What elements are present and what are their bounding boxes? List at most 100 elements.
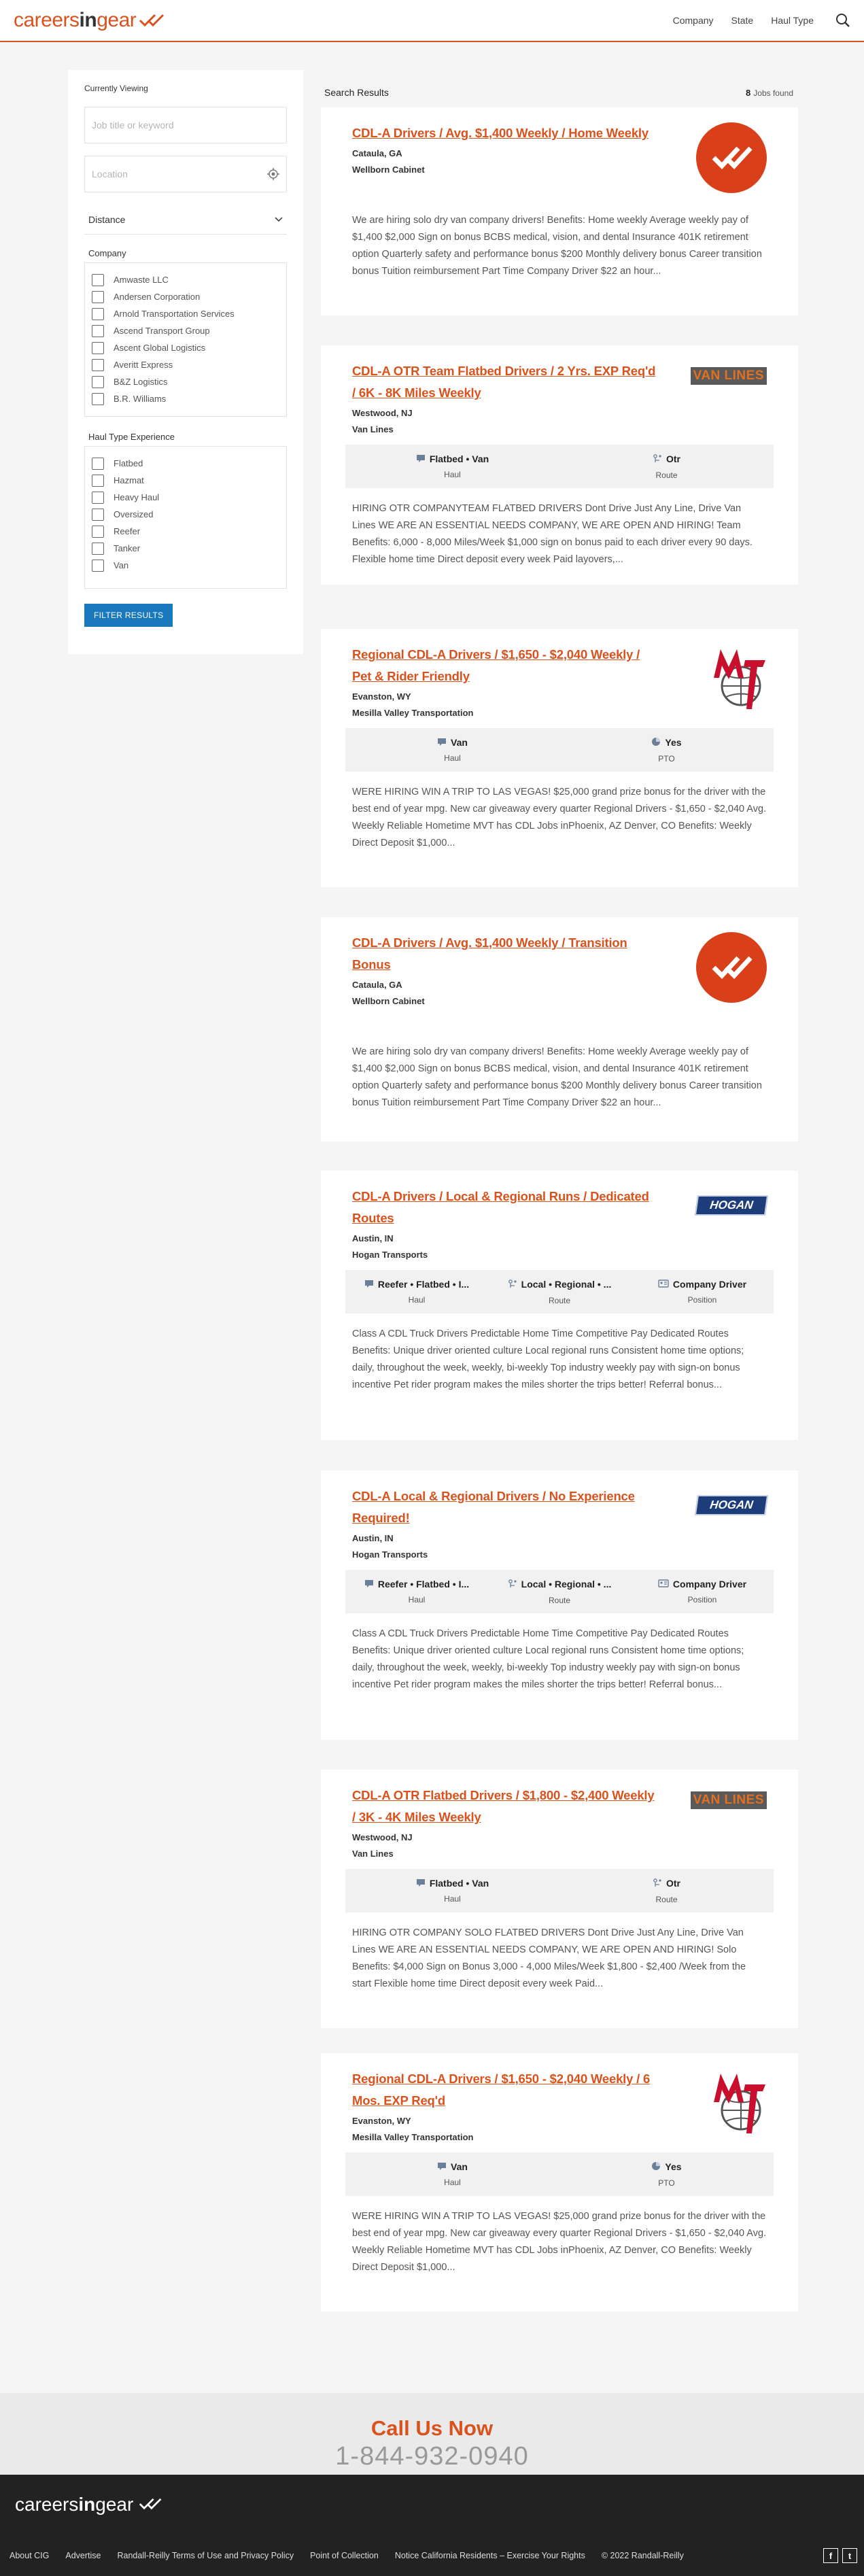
company-option[interactable]: Arnold Transportation Services: [92, 305, 279, 322]
company-option[interactable]: B&Z Logistics: [92, 373, 279, 390]
company-option[interactable]: Averitt Express: [92, 356, 279, 373]
haul-type-option[interactable]: Reefer: [92, 523, 279, 540]
call-us-banner: Call Us Now 1-844-932-0940: [0, 2393, 864, 2475]
company-logo[interactable]: HOGAN: [694, 1195, 769, 1216]
job-title-link[interactable]: Regional CDL-A Drivers / $1,650 - $2,040…: [352, 644, 658, 687]
haul-type-option[interactable]: Oversized: [92, 506, 279, 523]
company-logo[interactable]: [708, 2068, 767, 2142]
footer-link-terms[interactable]: Randall-Reilly Terms of Use and Privacy …: [117, 2551, 294, 2560]
search-icon[interactable]: [835, 13, 850, 28]
nav-state[interactable]: State: [731, 15, 754, 26]
job-card: CDL-A OTR Flatbed Drivers / $1,800 - $2,…: [321, 1770, 798, 2028]
haul-type-option[interactable]: Hazmat: [92, 472, 279, 489]
job-description: Class A CDL Truck Drivers Predictable Ho…: [352, 1628, 744, 1690]
haul-type-option[interactable]: Flatbed: [92, 455, 279, 472]
job-title-link[interactable]: Regional CDL-A Drivers / $1,650 - $2,040…: [352, 2068, 658, 2112]
company-logo[interactable]: VAN LINES: [690, 1791, 767, 1809]
attr-truck-icon: [364, 1579, 374, 1590]
company-checkbox[interactable]: [92, 324, 104, 337]
job-attribute-value: Company Driver: [631, 1579, 774, 1590]
attr-truck-icon: [364, 1279, 374, 1290]
company-logo[interactable]: VAN LINES: [690, 367, 767, 385]
filter-results-button[interactable]: FILTER RESULTS: [84, 604, 173, 627]
haul-type-checkbox[interactable]: [92, 491, 104, 504]
haul-type-option-label: Tanker: [114, 543, 141, 553]
company-group-label: Company: [88, 248, 126, 258]
location-placeholder: Location: [92, 169, 128, 179]
job-attribute-label: Position: [687, 1295, 717, 1305]
company-option[interactable]: B.R. Williams: [92, 390, 279, 407]
job-company: Wellborn Cabinet: [352, 996, 425, 1006]
haul-type-option-label: Reefer: [114, 526, 141, 536]
van-lines-logo: VAN LINES: [690, 367, 767, 385]
company-option[interactable]: Amwaste LLC: [92, 271, 279, 288]
company-checkbox[interactable]: [92, 273, 104, 286]
location-input[interactable]: Location: [84, 156, 287, 192]
twitter-icon[interactable]: t: [842, 2548, 857, 2563]
job-card: CDL-A Drivers / Local & Regional Runs / …: [321, 1171, 798, 1440]
footer-link-about[interactable]: About CIG: [10, 2551, 49, 2560]
haul-type-checkbox[interactable]: [92, 525, 104, 538]
company-logo[interactable]: HOGAN: [694, 1495, 769, 1515]
job-description: WERE HIRING WIN A TRIP TO LAS VEGAS! $25…: [352, 2211, 767, 2273]
job-attribute-value: Otr: [559, 1878, 774, 1889]
nav-company[interactable]: Company: [673, 15, 714, 26]
footer-link-california[interactable]: Notice California Residents – Exercise Y…: [395, 2551, 585, 2560]
job-description: WERE HIRING WIN A TRIP TO LAS VEGAS! $25…: [352, 787, 767, 848]
locate-icon[interactable]: [267, 168, 279, 180]
haul-checkbox-list: Flatbed Hazmat Heavy Haul Oversized Reefer Ta…: [84, 446, 287, 589]
results-count-number: 8: [746, 87, 751, 98]
wellborn-logo-icon: [696, 122, 767, 193]
job-attribute-text: Reefer • Flatbed • I...: [377, 1579, 470, 1590]
haul-type-option[interactable]: Van: [92, 557, 279, 574]
distance-select[interactable]: Distance: [84, 205, 287, 235]
job-attribute-text: Local • Regional • ...: [521, 1279, 612, 1290]
facebook-icon[interactable]: f: [823, 2548, 838, 2563]
company-logo[interactable]: [696, 932, 767, 1006]
keyword-input[interactable]: Job title or keyword: [84, 107, 287, 143]
company-checkbox[interactable]: [92, 341, 104, 354]
haul-type-checkbox[interactable]: [92, 457, 104, 470]
company-option-label: Andersen Corporation: [114, 292, 201, 302]
company-option[interactable]: Ascend Transport Group: [92, 322, 279, 339]
company-checkbox-list[interactable]: Amwaste LLC Andersen Corporation Arnold Tr…: [84, 262, 287, 417]
company-checkbox[interactable]: [92, 307, 104, 320]
company-logo[interactable]: [708, 644, 767, 718]
company-checkbox[interactable]: [92, 392, 104, 405]
haul-type-checkbox[interactable]: [92, 559, 104, 572]
company-checkbox[interactable]: [92, 358, 104, 371]
footer-logo[interactable]: careersingear: [15, 2494, 163, 2515]
job-attribute: Flatbed • Van Haul: [345, 453, 559, 479]
haul-type-option[interactable]: Tanker: [92, 540, 279, 557]
company-option[interactable]: Ascent Global Logistics: [92, 339, 279, 356]
job-attribute-value: Otr: [559, 453, 774, 465]
job-attribute-label: Haul: [444, 1894, 461, 1904]
job-title-link[interactable]: CDL-A Local & Regional Drivers / No Expe…: [352, 1486, 658, 1529]
job-attribute-value: Van: [345, 2161, 559, 2172]
footer-link-point-of-collection[interactable]: Point of Collection: [310, 2551, 379, 2560]
job-title-link[interactable]: CDL-A Drivers / Avg. $1,400 Weekly / Tra…: [352, 932, 658, 976]
haul-type-checkbox[interactable]: [92, 508, 104, 521]
footer-link-advertise[interactable]: Advertise: [65, 2551, 101, 2560]
job-title-link[interactable]: CDL-A OTR Flatbed Drivers / $1,800 - $2,…: [352, 1785, 658, 1828]
job-title-link[interactable]: CDL-A OTR Team Flatbed Drivers / 2 Yrs. …: [352, 360, 658, 404]
job-attribute-label: Route: [655, 1894, 678, 1904]
haul-type-option[interactable]: Heavy Haul: [92, 489, 279, 506]
nav-haul-type[interactable]: Haul Type: [771, 15, 814, 26]
haul-type-checkbox[interactable]: [92, 542, 104, 555]
site-logo[interactable]: careers in gear: [14, 9, 166, 32]
haul-group-label: Haul Type Experience: [88, 432, 175, 442]
phone-number[interactable]: 1-844-932-0940: [0, 2442, 864, 2471]
company-checkbox[interactable]: [92, 375, 104, 388]
company-logo[interactable]: [696, 122, 767, 196]
company-option[interactable]: Andersen Corporation: [92, 288, 279, 305]
job-title-link[interactable]: CDL-A Drivers / Avg. $1,400 Weekly / Hom…: [352, 122, 658, 144]
job-description: We are hiring solo dry van company drive…: [352, 1046, 762, 1108]
company-checkbox[interactable]: [92, 290, 104, 303]
job-attribute: Reefer • Flatbed • I... Haul: [345, 1279, 488, 1305]
haul-type-checkbox[interactable]: [92, 474, 104, 487]
job-attribute-label: Haul: [444, 470, 461, 479]
company-option-label: Amwaste LLC: [114, 275, 169, 285]
job-location: Austin, IN: [352, 1233, 394, 1243]
job-title-link[interactable]: CDL-A Drivers / Local & Regional Runs / …: [352, 1186, 658, 1229]
